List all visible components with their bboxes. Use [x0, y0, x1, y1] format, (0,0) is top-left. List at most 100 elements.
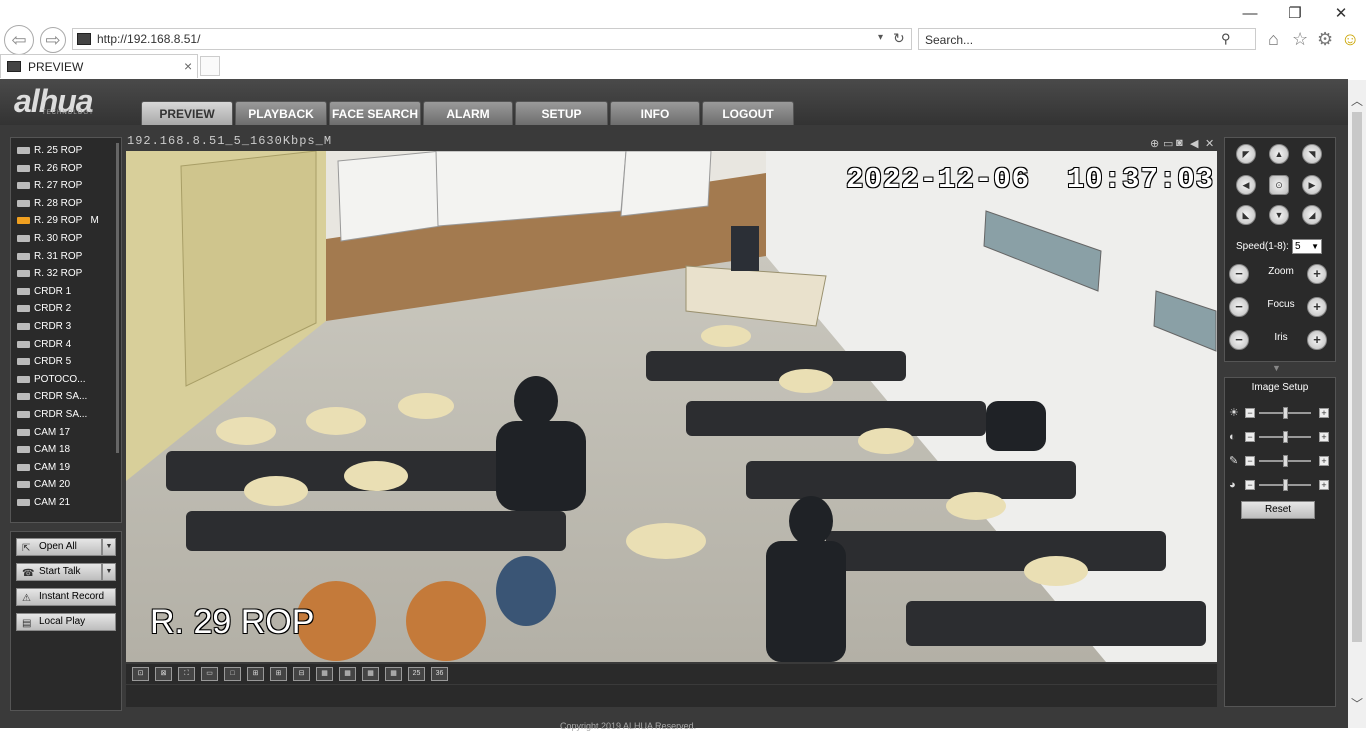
reset-button[interactable]: Reset — [1241, 501, 1315, 519]
scroll-thumb[interactable] — [1352, 112, 1362, 642]
ptz-up-right-button[interactable]: ◥ — [1302, 144, 1322, 164]
ptz-down-button[interactable]: ▼ — [1269, 205, 1289, 225]
layout-button[interactable]: ⊞ — [270, 667, 287, 681]
layout-button-36[interactable]: 36 — [431, 667, 448, 681]
camera-item[interactable]: R. 32 ROP — [17, 265, 82, 282]
camera-item[interactable]: R. 25 ROP — [17, 142, 82, 159]
start-talk-dropdown[interactable]: ▼ — [102, 563, 116, 581]
forward-button[interactable]: ⇨ — [40, 27, 66, 53]
ptz-down-right-button[interactable]: ◢ — [1302, 205, 1322, 225]
audio-icon[interactable]: ◀ — [1190, 137, 1198, 150]
camera-item[interactable]: CAM 19 — [17, 459, 70, 476]
camera-item[interactable]: CRDR SA... — [17, 388, 87, 405]
collapse-arrow-icon[interactable]: ▼ — [1272, 363, 1281, 373]
search-input[interactable]: Search... — [925, 33, 973, 47]
camera-item[interactable]: CRDR 4 — [17, 336, 71, 353]
zoom-out-button[interactable]: − — [1229, 264, 1249, 284]
open-all-dropdown[interactable]: ▼ — [102, 538, 116, 556]
camera-item-active[interactable]: R. 29 ROP M — [17, 212, 99, 229]
window-icon[interactable]: ▭ — [1163, 137, 1173, 150]
hue-increase[interactable]: + — [1319, 480, 1329, 490]
camera-item[interactable]: R. 30 ROP — [17, 230, 82, 247]
camera-item[interactable]: CRDR SA... — [17, 406, 87, 423]
open-all-button[interactable]: ⇱ Open All — [16, 538, 102, 556]
tab-setup[interactable]: SETUP — [515, 101, 608, 125]
tab-logout[interactable]: LOGOUT — [702, 101, 794, 125]
tab-playback[interactable]: PLAYBACK — [235, 101, 327, 125]
layout-button[interactable]: ▦ — [362, 667, 379, 681]
close-video-icon[interactable]: ✕ — [1205, 137, 1214, 150]
tab-preview[interactable]: PREVIEW × — [0, 54, 198, 78]
brightness-increase[interactable]: + — [1319, 408, 1329, 418]
search-icon[interactable]: ⚲ — [1221, 31, 1231, 47]
camera-item[interactable]: R. 26 ROP — [17, 160, 82, 177]
instant-record-button[interactable]: ⚠ Instant Record — [16, 588, 116, 606]
zoom-icon[interactable]: ⊕ — [1150, 137, 1159, 150]
tab-face-search[interactable]: FACE SEARCH — [329, 101, 421, 125]
home-icon[interactable]: ⌂ — [1268, 29, 1279, 50]
camera-item[interactable]: R. 27 ROP — [17, 177, 82, 194]
address-bar[interactable]: http://192.168.8.51/ ▾ ↻ — [72, 28, 912, 50]
speed-select[interactable]: 5 ▼ — [1292, 239, 1322, 254]
close-tab-icon[interactable]: × — [184, 58, 192, 74]
page-scrollbar[interactable]: ︿ ﹀ — [1348, 80, 1366, 728]
camera-item[interactable]: CAM 18 — [17, 441, 70, 458]
saturation-increase[interactable]: + — [1319, 456, 1329, 466]
tab-alarm[interactable]: ALARM — [423, 101, 513, 125]
ptz-up-left-button[interactable]: ◤ — [1236, 144, 1256, 164]
minimize-button[interactable]: — — [1240, 5, 1260, 23]
camera-item[interactable]: CAM 17 — [17, 424, 70, 441]
ptz-right-button[interactable]: ▶ — [1302, 175, 1322, 195]
back-button[interactable]: ⇦ — [4, 25, 34, 55]
camera-item[interactable]: CRDR 2 — [17, 300, 71, 317]
favorites-star-icon[interactable]: ☆ — [1292, 29, 1308, 50]
layout-button[interactable]: □ — [224, 667, 241, 681]
scroll-up-icon[interactable]: ︿ — [1351, 92, 1363, 109]
camera-item[interactable]: CRDR 3 — [17, 318, 71, 335]
saturation-slider[interactable] — [1283, 455, 1288, 467]
camera-list-scrollbar[interactable] — [116, 143, 119, 453]
camera-item[interactable]: R. 28 ROP — [17, 195, 82, 212]
focus-plus-button[interactable]: + — [1307, 297, 1327, 317]
hue-slider[interactable] — [1283, 479, 1288, 491]
new-tab-button[interactable] — [200, 56, 220, 76]
camera-item[interactable]: CRDR 5 — [17, 353, 71, 370]
start-talk-button[interactable]: ☎ Start Talk — [16, 563, 102, 581]
camera-item[interactable]: R. 31 ROP — [17, 248, 82, 265]
layout-button[interactable]: ⊠ — [155, 667, 172, 681]
camera-item[interactable]: CAM 21 — [17, 494, 70, 511]
tab-info[interactable]: INFO — [610, 101, 700, 125]
close-window-button[interactable]: ✕ — [1331, 5, 1351, 23]
layout-button[interactable]: ⊞ — [247, 667, 264, 681]
layout-button[interactable]: ▦ — [339, 667, 356, 681]
iris-minus-button[interactable]: − — [1229, 330, 1249, 350]
brightness-decrease[interactable]: − — [1245, 408, 1255, 418]
video-feed[interactable]: 2022-12-06 10:37:03 R. 29 ROP — [126, 151, 1217, 662]
restore-button[interactable]: ❐ — [1285, 5, 1305, 23]
local-play-button[interactable]: ▤ Local Play — [16, 613, 116, 631]
ptz-left-button[interactable]: ◀ — [1236, 175, 1256, 195]
tab-preview-nav[interactable]: PREVIEW — [141, 101, 233, 125]
zoom-in-button[interactable]: + — [1307, 264, 1327, 284]
contrast-slider[interactable] — [1283, 431, 1288, 443]
gear-icon[interactable]: ⚙ — [1317, 29, 1333, 50]
ptz-up-button[interactable]: ▲ — [1269, 144, 1289, 164]
contrast-increase[interactable]: + — [1319, 432, 1329, 442]
brightness-slider[interactable] — [1283, 407, 1288, 419]
layout-button[interactable]: ▦ — [316, 667, 333, 681]
smiley-icon[interactable]: ☺ — [1341, 29, 1359, 50]
saturation-decrease[interactable]: − — [1245, 456, 1255, 466]
camera-item[interactable]: POTOCO... — [17, 371, 86, 388]
dropdown-icon[interactable]: ▾ — [878, 32, 883, 43]
ptz-center-button[interactable]: ⊙ — [1269, 175, 1289, 195]
camera-item[interactable]: CRDR 1 — [17, 283, 71, 300]
layout-button[interactable]: ⛶ — [178, 667, 195, 681]
refresh-icon[interactable]: ↻ — [893, 30, 905, 47]
ptz-down-left-button[interactable]: ◣ — [1236, 205, 1256, 225]
layout-button-25[interactable]: 25 — [408, 667, 425, 681]
iris-plus-button[interactable]: + — [1307, 330, 1327, 350]
search-box[interactable]: Search... ⚲ — [918, 28, 1256, 50]
focus-minus-button[interactable]: − — [1229, 297, 1249, 317]
layout-button[interactable]: ▦ — [385, 667, 402, 681]
camera-item[interactable]: CAM 20 — [17, 476, 70, 493]
